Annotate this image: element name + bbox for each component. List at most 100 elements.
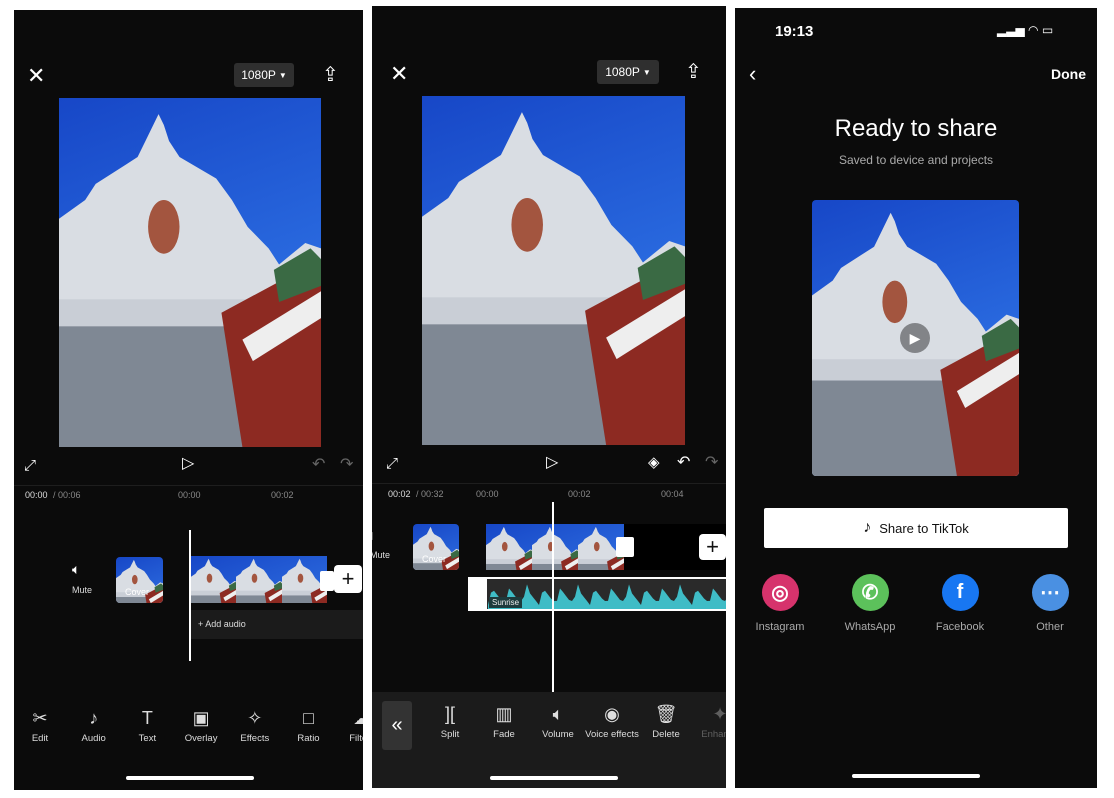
share-tiktok-button[interactable]: ♪ Share to TikTok xyxy=(764,508,1068,548)
tool-edit[interactable]: ✂ Edit xyxy=(14,707,70,744)
collapse-button[interactable]: « xyxy=(382,701,412,750)
back-icon[interactable]: ‹ xyxy=(749,63,756,85)
play-icon[interactable]: ▷ xyxy=(546,455,558,471)
facebook-icon: f xyxy=(941,574,979,611)
resolution-button[interactable]: 1080P ▼ xyxy=(234,63,294,87)
cover-button[interactable]: Cover xyxy=(413,524,459,570)
video-thumbnail[interactable]: ▶ xyxy=(812,200,1019,476)
ruler-tick: 00:00 xyxy=(476,489,499,499)
tiktok-icon: ♪ xyxy=(863,519,872,536)
tool-audio[interactable]: ♪ Audio xyxy=(64,707,124,744)
music-note-icon: ♪ xyxy=(89,708,99,728)
total-time: / 00:06 xyxy=(53,490,81,500)
scissors-icon: ✂ xyxy=(32,708,48,728)
video-clip[interactable] xyxy=(486,524,624,570)
tool-label: Delete xyxy=(652,729,680,740)
tool-enhance[interactable]: ✦ Enhance xyxy=(690,703,726,740)
done-button[interactable]: Done xyxy=(1051,66,1086,82)
audio-trim-handle[interactable] xyxy=(470,579,487,609)
add-audio-track[interactable]: + Add audio xyxy=(191,610,363,639)
tool-label: Edit xyxy=(31,733,49,744)
fullscreen-icon[interactable]: ⤢ xyxy=(386,456,398,471)
tool-fade[interactable]: ▥ Fade xyxy=(474,703,534,740)
status-time: 19:13 xyxy=(775,23,814,40)
close-icon[interactable]: ✕ xyxy=(27,65,45,87)
total-time: / 00:32 xyxy=(416,489,444,499)
status-icons: ▂▃▅ ◠ ▭ xyxy=(997,23,1054,37)
add-clip-button[interactable]: + xyxy=(334,565,362,593)
effects-icon: ✧ xyxy=(247,708,263,728)
other-icon: ⋯ xyxy=(1031,574,1069,611)
play-icon[interactable]: ▶ xyxy=(900,323,930,353)
playhead[interactable] xyxy=(552,502,554,692)
cover-label: Cover xyxy=(125,587,150,597)
share-whatsapp[interactable]: ✆ WhatsApp xyxy=(830,574,910,633)
undo-icon[interactable]: ↶ xyxy=(312,457,325,473)
tool-label: Filters xyxy=(349,733,363,744)
add-clip-button[interactable]: + xyxy=(699,534,726,560)
delete-icon: 🗑︎ xyxy=(654,704,678,724)
resolution-button[interactable]: 1080P ▼ xyxy=(597,60,659,84)
tool-text[interactable]: T Text xyxy=(117,707,177,744)
export-icon[interactable]: ⇪ xyxy=(322,65,339,85)
ruler-tick: 00:00 xyxy=(178,490,201,500)
tool-label: Enhance xyxy=(701,729,726,740)
tool-label: Voice effects xyxy=(585,729,639,740)
share-target-label: Instagram xyxy=(755,621,805,633)
tool-voice-effects[interactable]: ◉ Voice effects xyxy=(582,703,642,740)
tool-label: Split xyxy=(440,729,460,740)
keyframe-icon[interactable]: ◈ xyxy=(648,455,660,470)
ruler-tick: 00:02 xyxy=(271,490,294,500)
clip-trim-handle[interactable] xyxy=(320,571,334,591)
video-clip[interactable] xyxy=(191,556,327,603)
share-screen: 19:13 ▂▃▅ ◠ ▭ ‹ Done Ready to share Save… xyxy=(735,8,1097,788)
tool-label: Overlay xyxy=(184,733,218,744)
editor-screen-2: ✕ 1080P ▼ ⇪ ⤢ ▷ ◈ ↶ ↷ 00:02 / 00:32 00:00… xyxy=(372,6,726,788)
voice-effects-icon: ◉ xyxy=(604,704,620,724)
tool-label: Effects xyxy=(240,733,270,744)
tool-ratio[interactable]: □ Ratio xyxy=(279,707,339,744)
mute-label: Mute xyxy=(372,550,391,560)
share-target-label: Other xyxy=(1036,621,1064,633)
split-icon: ][ xyxy=(444,704,455,724)
clip-trim-handle[interactable] xyxy=(616,537,634,557)
tool-volume[interactable]: 🔈︎ Volume xyxy=(528,703,588,740)
cover-button[interactable]: Cover xyxy=(116,557,163,603)
tool-label: Audio xyxy=(81,733,106,744)
tool-split[interactable]: ][ Split xyxy=(420,703,480,740)
audio-clip[interactable]: Sunrise xyxy=(468,577,726,611)
fade-icon: ▥ xyxy=(495,704,513,724)
play-icon[interactable]: ▷ xyxy=(182,456,194,472)
redo-icon[interactable]: ↷ xyxy=(340,457,353,473)
undo-icon[interactable]: ↶ xyxy=(677,455,690,471)
add-audio-label: + Add audio xyxy=(198,619,246,629)
share-subtitle: Saved to device and projects xyxy=(838,153,994,167)
redo-icon[interactable]: ↷ xyxy=(705,455,718,471)
playhead[interactable] xyxy=(189,530,191,661)
share-facebook[interactable]: f Facebook xyxy=(920,574,1000,633)
ruler-tick: 00:04 xyxy=(661,489,684,499)
tool-label: Text xyxy=(138,733,157,744)
export-icon[interactable]: ⇪ xyxy=(685,62,702,82)
tool-label: Fade xyxy=(493,729,515,740)
share-other[interactable]: ⋯ Other xyxy=(1010,574,1090,633)
mute-icon[interactable]: 🔈︎ xyxy=(72,562,80,576)
share-instagram[interactable]: ◎ Instagram xyxy=(740,574,820,633)
share-target-label: Facebook xyxy=(935,621,985,633)
tool-effects[interactable]: ✧ Effects xyxy=(225,707,285,744)
audio-waveform xyxy=(488,584,726,609)
enhance-icon: ✦ xyxy=(712,704,726,724)
audio-clip-name: Sunrise xyxy=(489,597,523,608)
mute-icon[interactable]: 🔈︎ xyxy=(372,528,376,542)
filter-icon: ☁ xyxy=(353,708,363,728)
tool-filters[interactable]: ☁ Filters xyxy=(332,707,363,744)
video-preview xyxy=(59,98,321,447)
whatsapp-icon: ✆ xyxy=(851,574,889,611)
close-icon[interactable]: ✕ xyxy=(390,63,408,85)
cover-label: Cover xyxy=(422,554,447,564)
tool-overlay[interactable]: ▣ Overlay xyxy=(171,707,231,744)
fullscreen-icon[interactable]: ⤢ xyxy=(24,458,36,473)
ruler-tick: 00:02 xyxy=(568,489,591,499)
volume-icon: 🔈︎ xyxy=(552,704,564,724)
tool-delete[interactable]: 🗑︎ Delete xyxy=(636,703,696,740)
